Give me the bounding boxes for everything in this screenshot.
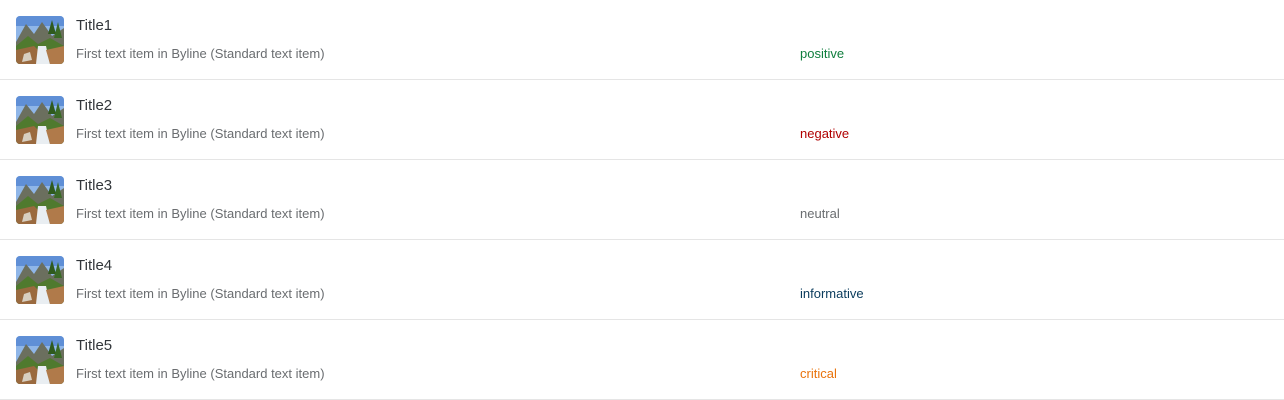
mountain-waterfall-icon [16,256,64,304]
list-item[interactable]: Title4 First text item in Byline (Standa… [0,240,1284,320]
item-title: Title1 [76,17,113,34]
thumbnail-image [16,96,64,144]
item-byline: First text item in Byline (Standard text… [76,46,325,61]
mountain-waterfall-icon [16,16,64,64]
list-item[interactable]: Title5 First text item in Byline (Standa… [0,320,1284,400]
item-title: Title2 [76,97,113,114]
item-byline: First text item in Byline (Standard text… [76,366,325,381]
item-byline: First text item in Byline (Standard text… [76,206,325,221]
status-text: informative [800,286,864,301]
status-text: negative [800,126,850,141]
thumbnail-image [16,176,64,224]
item-byline: First text item in Byline (Standard text… [76,286,325,301]
list-item[interactable]: Title1 First text item in Byline (Standa… [0,0,1284,80]
thumbnail-image [16,336,64,384]
thumbnail-image [16,256,64,304]
item-title: Title5 [76,337,113,354]
mountain-waterfall-icon [16,176,64,224]
list-item[interactable]: Title3 First text item in Byline (Standa… [0,160,1284,240]
status-text: neutral [800,206,840,221]
item-title: Title4 [76,257,113,274]
item-byline: First text item in Byline (Standard text… [76,126,325,141]
item-title: Title3 [76,177,113,194]
mountain-waterfall-icon [16,96,64,144]
mountain-waterfall-icon [16,336,64,384]
status-text: critical [800,366,837,381]
list-item[interactable]: Title2 First text item in Byline (Standa… [0,80,1284,160]
item-list: Title1 First text item in Byline (Standa… [0,0,1284,400]
status-text: positive [800,46,845,61]
thumbnail-image [16,16,64,64]
